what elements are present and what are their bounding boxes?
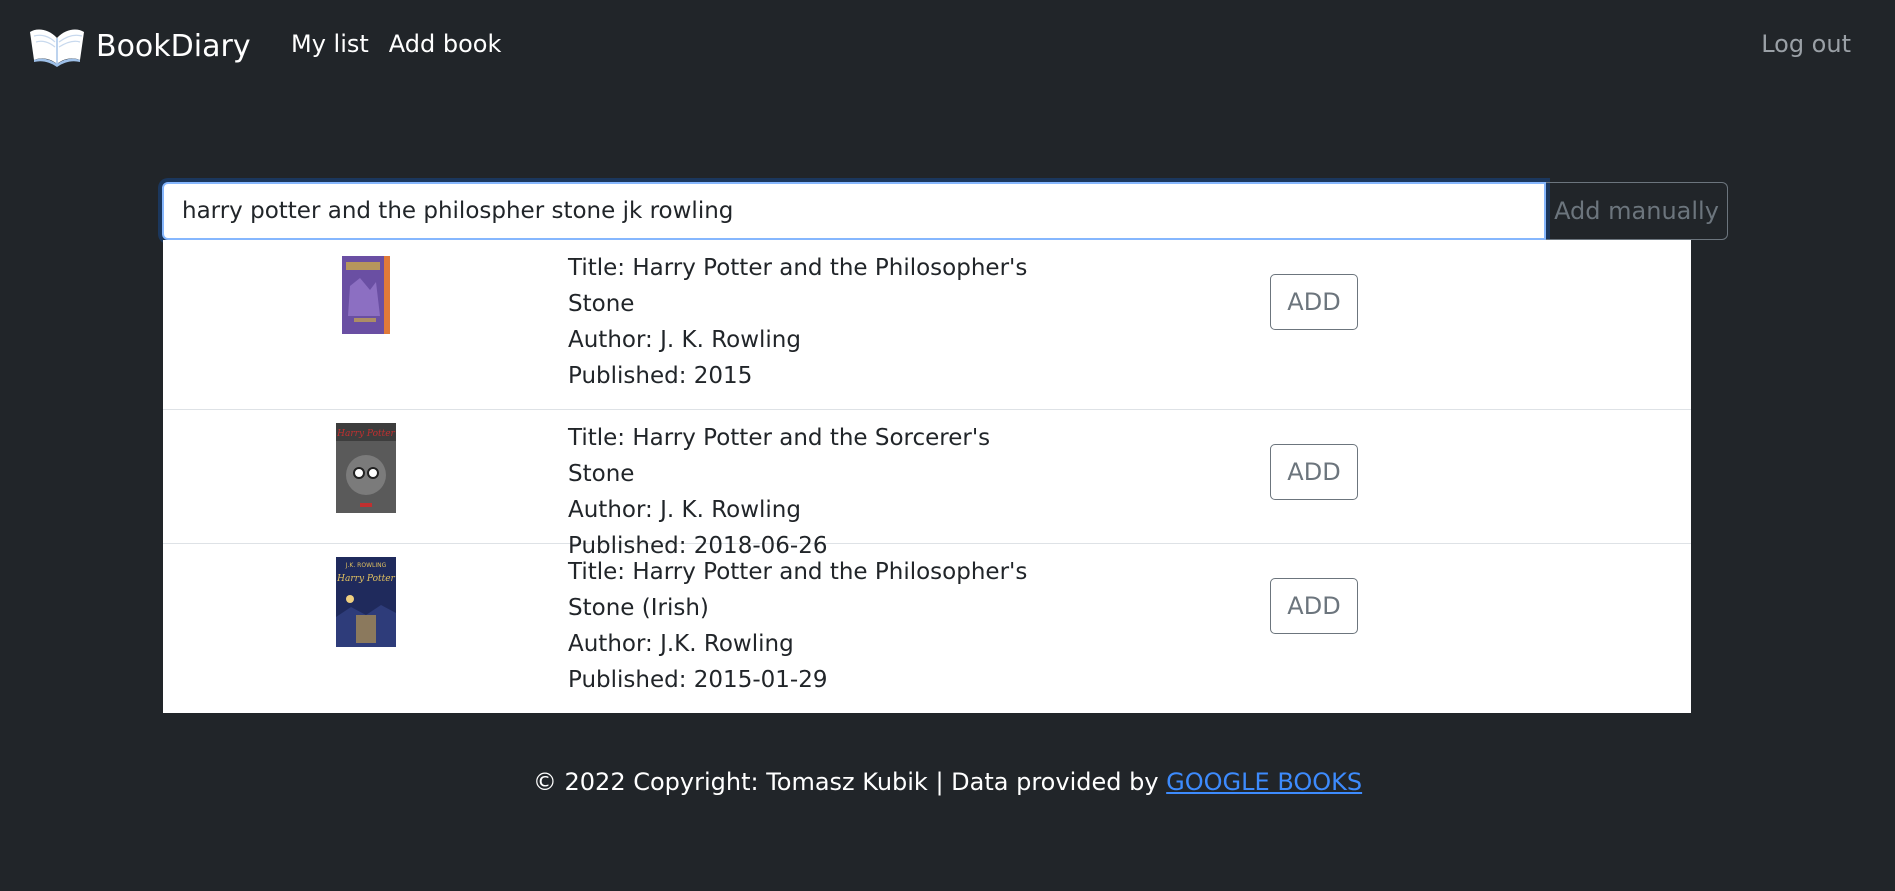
book-info: Title: Harry Potter and the Philosopher'… (568, 250, 1058, 399)
logout-link[interactable]: Log out (1761, 30, 1851, 58)
add-book-button[interactable]: ADD (1270, 578, 1358, 634)
result-row: Harry Potter Title: Harry Potter and the… (163, 410, 1691, 559)
action-cell: ADD (1058, 420, 1358, 533)
google-books-link[interactable]: GOOGLE BOOKS (1166, 768, 1362, 796)
book-title: Title: Harry Potter and the Sorcerer's S… (568, 425, 991, 487)
svg-text:J.K. ROWLING: J.K. ROWLING (344, 562, 386, 569)
footer: © 2022 Copyright: Tomasz Kubik | Data pr… (0, 768, 1895, 796)
add-manually-button[interactable]: Add manually (1546, 182, 1728, 240)
result-row: Title: Harry Potter and the Philosopher'… (163, 240, 1691, 410)
action-cell: ADD (1058, 554, 1358, 703)
action-cell: ADD (1058, 250, 1358, 399)
book-cover-image: J.K. ROWLING Harry Potter (335, 557, 396, 647)
book-cover-image: Harry Potter (335, 423, 396, 513)
copyright-text: © 2022 Copyright: Tomasz Kubik | Data pr… (532, 768, 1167, 796)
book-author: Author: J. K. Rowling (568, 327, 801, 353)
nav-links: My list Add book (291, 30, 501, 58)
search-results: Title: Harry Potter and the Philosopher'… (163, 240, 1691, 713)
book-info: Title: Harry Potter and the Sorcerer's S… (568, 420, 1058, 559)
cover-cell (163, 250, 568, 399)
add-book-button[interactable]: ADD (1270, 444, 1358, 500)
search-input[interactable] (162, 182, 1546, 240)
book-title: Title: Harry Potter and the Philosopher'… (568, 559, 1028, 621)
book-published: Published: 2015-01-29 (568, 667, 828, 693)
book-cover-image (341, 256, 390, 334)
result-row: J.K. ROWLING Harry Potter Title: Harry P… (163, 544, 1691, 713)
open-book-logo-icon (30, 29, 84, 67)
nav-link-add-book[interactable]: Add book (389, 30, 502, 58)
add-book-button[interactable]: ADD (1270, 274, 1358, 330)
book-author: Author: J. K. Rowling (568, 497, 801, 523)
book-info: Title: Harry Potter and the Philosopher'… (568, 554, 1058, 703)
book-published: Published: 2015 (568, 363, 753, 389)
brand-name: BookDiary (96, 28, 251, 64)
book-author: Author: J.K. Rowling (568, 631, 794, 657)
cover-cell: Harry Potter (163, 420, 568, 533)
svg-text:Harry Potter: Harry Potter (336, 429, 395, 439)
navbar: BookDiary My list Add book Log out (0, 0, 1895, 92)
svg-text:Harry Potter: Harry Potter (336, 574, 395, 584)
cover-cell: J.K. ROWLING Harry Potter (163, 554, 568, 703)
search-group: Add manually (162, 182, 1728, 240)
brand-link[interactable]: BookDiary (28, 24, 251, 68)
nav-link-my-list[interactable]: My list (291, 30, 369, 58)
book-title: Title: Harry Potter and the Philosopher'… (568, 255, 1028, 317)
